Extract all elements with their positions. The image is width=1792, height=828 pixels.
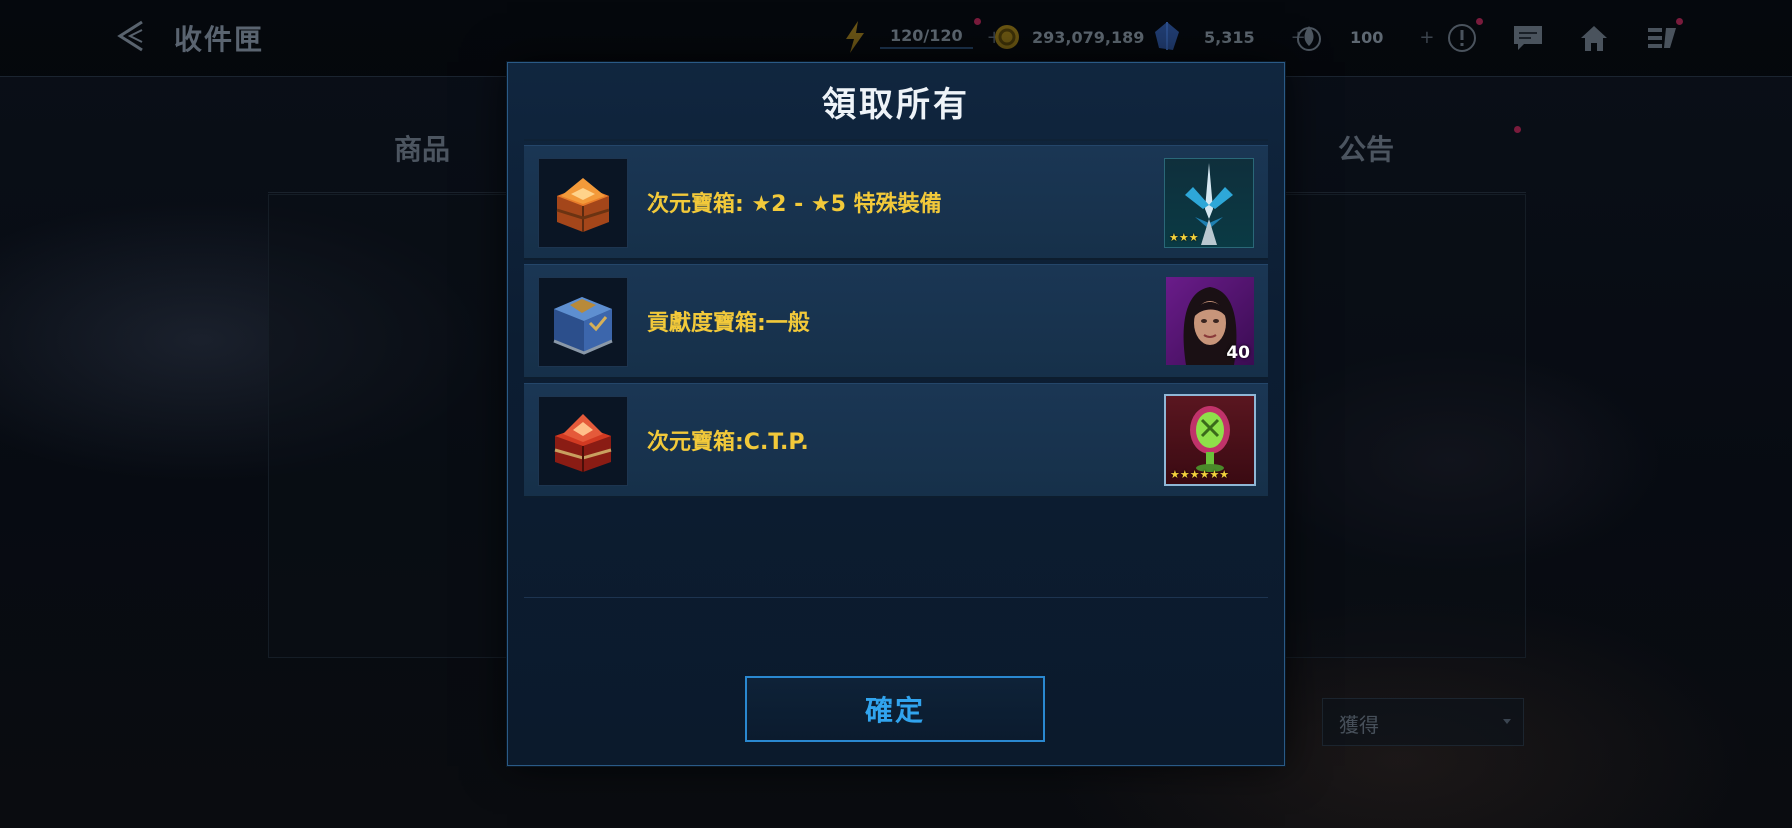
crystal-resource: 5,315 + — [1152, 20, 1306, 54]
reward-row: 次元寶箱: ★2 - ★5 特殊裝備 ★★★ — [524, 145, 1268, 260]
home-icon[interactable] — [1576, 20, 1612, 56]
alert-icon[interactable] — [1444, 20, 1480, 56]
reward-list: 次元寶箱: ★2 - ★5 特殊裝備 ★★★ 貢獻度寶箱:一般 40 次元寶箱:… — [524, 145, 1268, 502]
item-stars: ★★★★★★ — [1170, 468, 1230, 481]
reward-name: 次元寶箱: ★2 - ★5 特殊裝備 — [647, 192, 942, 217]
reward-name: 次元寶箱:C.T.P. — [647, 430, 809, 455]
list-divider — [524, 597, 1268, 598]
menu-icon[interactable] — [1644, 20, 1680, 56]
filter-dropdown-value: 獲得 — [1339, 713, 1379, 737]
tab-announcements[interactable]: 公告 — [1338, 128, 1394, 168]
confirm-button[interactable]: 確定 — [745, 676, 1045, 742]
filter-dropdown[interactable]: 獲得 — [1322, 698, 1524, 746]
gold-value: 293,079,189 — [1032, 27, 1145, 47]
hero-portrait-icon: 40 — [1166, 277, 1254, 365]
energy-icon — [840, 21, 870, 53]
alert-notification-dot — [1476, 18, 1483, 25]
back-arrow-icon — [117, 20, 143, 52]
item-stars: ★★★ — [1169, 231, 1199, 244]
dialog-title: 領取所有 — [822, 85, 970, 125]
flame-value: 100 — [1350, 27, 1384, 47]
gold-icon — [992, 22, 1022, 52]
energy-resource: 120/120 + — [840, 20, 1002, 54]
chevron-down-icon — [1503, 719, 1511, 724]
energy-value: 120/120 — [880, 26, 973, 49]
chat-icon[interactable] — [1510, 20, 1546, 56]
tab-goods[interactable]: 商品 — [394, 128, 450, 168]
add-flame-button[interactable]: + — [1419, 27, 1434, 48]
confirm-button-label: 確定 — [864, 694, 925, 727]
green-ctp-icon: ★★★★★★ — [1164, 394, 1256, 486]
reward-row: 次元寶箱:C.T.P. ★★★★★★ — [524, 383, 1268, 498]
orange-chest-icon — [538, 158, 628, 248]
claim-all-dialog: 領取所有 次元寶箱: ★2 - ★5 特殊裝備 ★★★ 貢獻度寶箱:一般 40 … — [507, 62, 1285, 766]
blue-sword-emblem-icon: ★★★ — [1164, 158, 1254, 248]
inbox-title: 收件匣 — [174, 23, 265, 56]
flame-resource: 100 + — [1294, 20, 1435, 54]
item-quantity: 40 — [1226, 343, 1250, 363]
title-divider — [524, 139, 1268, 141]
crystal-icon — [1152, 22, 1182, 52]
reward-name: 貢獻度寶箱:一般 — [647, 311, 810, 336]
gold-resource: 293,079,189 + — [992, 20, 1173, 54]
red-chest-icon — [538, 396, 628, 486]
reward-row: 貢獻度寶箱:一般 40 — [524, 264, 1268, 379]
back-button[interactable] — [112, 16, 152, 56]
menu-notification-dot — [1676, 18, 1683, 25]
crystal-value: 5,315 — [1204, 27, 1255, 47]
blue-chest-icon — [538, 277, 628, 367]
announcement-notification-dot — [1514, 126, 1521, 133]
energy-notification-dot — [974, 18, 981, 25]
flame-icon — [1294, 22, 1324, 52]
